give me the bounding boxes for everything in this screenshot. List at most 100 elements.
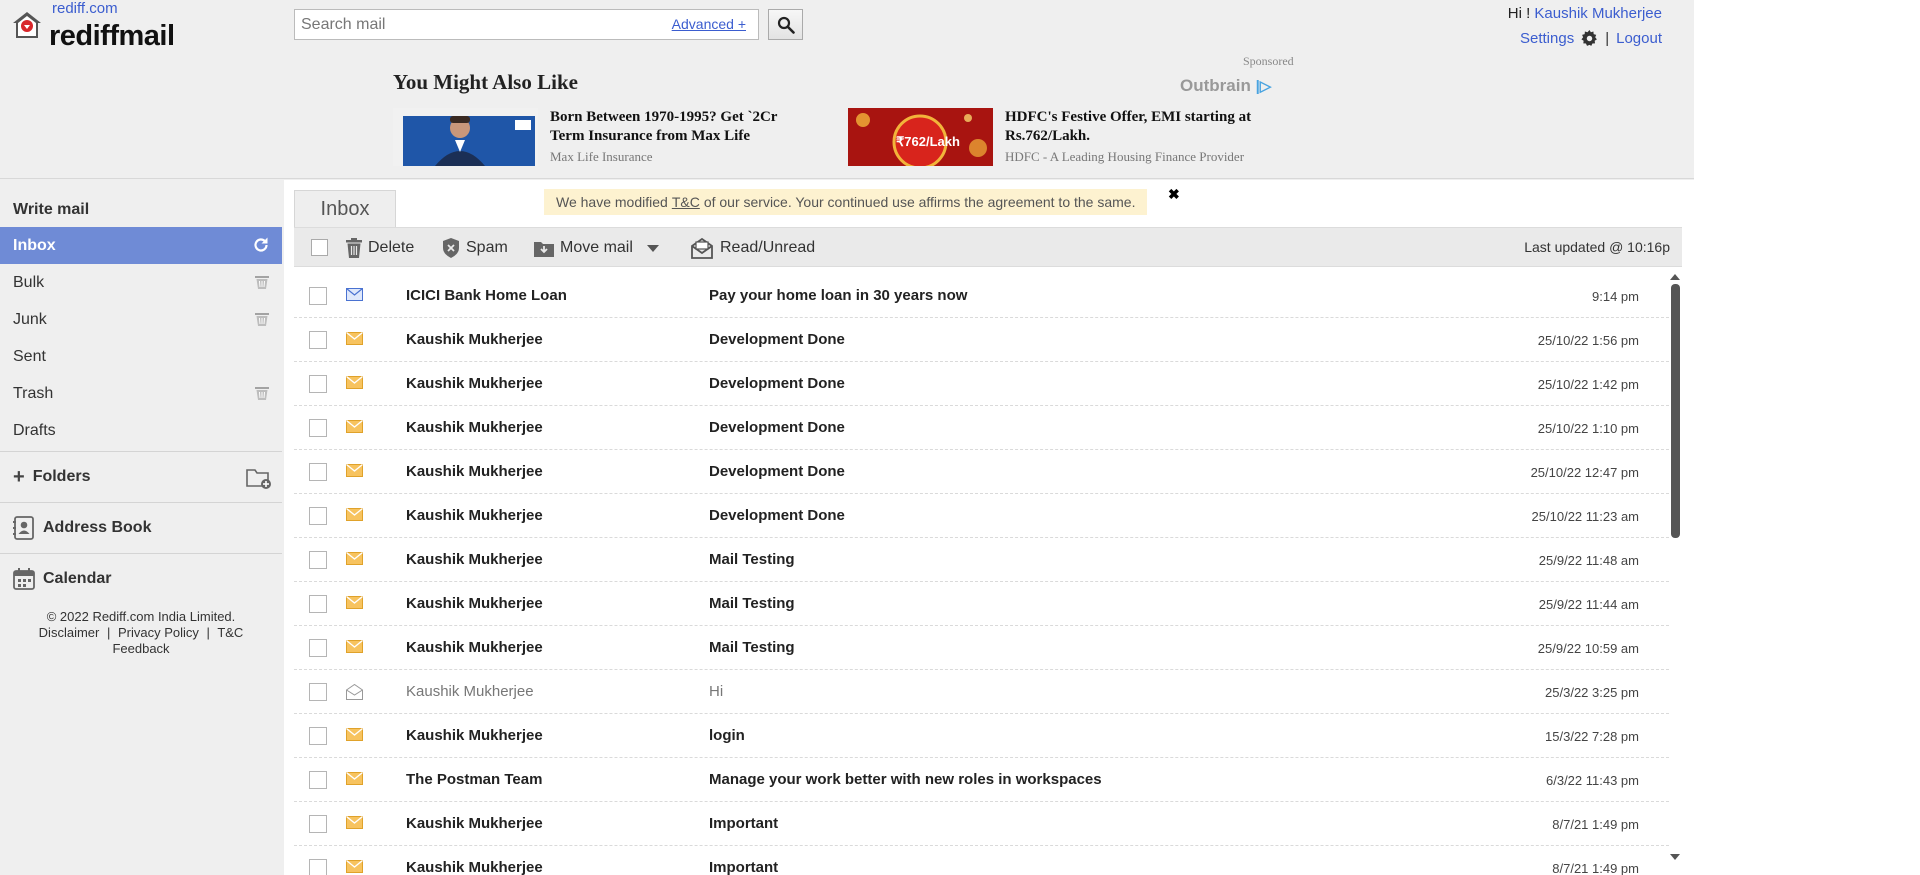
mail-row[interactable]: Kaushik Mukherjee Mail Testing 25/9/22 10:… — [294, 626, 1669, 670]
mail-checkbox[interactable] — [309, 287, 327, 305]
mail-subject[interactable]: Development Done — [709, 375, 1449, 392]
mail-sender[interactable]: Kaushik Mukherjee — [406, 463, 696, 480]
logout-link[interactable]: Logout — [1616, 30, 1662, 47]
mail-checkbox[interactable] — [309, 815, 327, 833]
refresh-icon[interactable] — [252, 236, 270, 254]
search-input[interactable] — [295, 10, 655, 39]
mail-row[interactable]: Kaushik Mukherjee login 15/3/22 7:28 pm — [294, 714, 1669, 758]
mail-checkbox[interactable] — [309, 595, 327, 613]
mail-checkbox[interactable] — [309, 551, 327, 569]
mail-subject[interactable]: Mail Testing — [709, 639, 1449, 656]
sidebar-item-folders[interactable]: + Folders — [0, 454, 282, 500]
tc-link[interactable]: T&C — [217, 625, 243, 640]
mail-subject[interactable]: login — [709, 727, 1449, 744]
read-unread-button[interactable]: Read/Unread — [690, 228, 815, 268]
sidebar-item-drafts[interactable]: Drafts — [0, 412, 282, 449]
mail-checkbox[interactable] — [309, 683, 327, 701]
scroll-up-arrow[interactable] — [1670, 274, 1680, 280]
user-name-link[interactable]: Kaushik Mukherjee — [1534, 5, 1662, 22]
scroll-down-arrow[interactable] — [1670, 854, 1680, 860]
mail-subject[interactable]: Development Done — [709, 331, 1449, 348]
mail-subject[interactable]: Development Done — [709, 463, 1449, 480]
close-icon[interactable]: ✖ — [1168, 186, 1180, 203]
mail-subject[interactable]: Important — [709, 859, 1449, 875]
mail-row[interactable]: Kaushik Mukherjee Development Done 25/10/2… — [294, 450, 1669, 494]
sidebar-item-calendar[interactable]: Calendar — [0, 556, 282, 602]
mail-checkbox[interactable] — [309, 727, 327, 745]
mail-subject[interactable]: Mail Testing — [709, 551, 1449, 568]
mail-checkbox[interactable] — [309, 463, 327, 481]
mail-sender[interactable]: Kaushik Mukherjee — [406, 815, 696, 832]
mail-row[interactable]: Kaushik Mukherjee Development Done 25/10/2… — [294, 494, 1669, 538]
sidebar-item-sent[interactable]: Sent — [0, 338, 282, 375]
ad-card-max-life[interactable]: Born Between 1970-1995? Get `2Cr Term In… — [393, 108, 800, 166]
mail-checkbox[interactable] — [309, 375, 327, 393]
rediff-logo[interactable]: rediff.com rediffmail — [12, 0, 192, 52]
mail-subject[interactable]: Important — [709, 815, 1449, 832]
sidebar-item-address-book[interactable]: Address Book — [0, 505, 282, 551]
scrollbar-thumb[interactable] — [1671, 284, 1680, 538]
mail-sender[interactable]: Kaushik Mukherjee — [406, 507, 696, 524]
mail-sender[interactable]: The Postman Team — [406, 771, 696, 788]
mail-row[interactable]: The Postman Team Manage your work better … — [294, 758, 1669, 802]
gear-icon[interactable] — [1581, 29, 1598, 47]
mail-row[interactable]: ICICI Bank Home Loan Pay your home loan i… — [294, 274, 1669, 318]
spam-button[interactable]: Spam — [442, 228, 508, 268]
mail-sender[interactable]: Kaushik Mukherjee — [406, 551, 696, 568]
trash-icon[interactable] — [254, 311, 270, 327]
mail-sender[interactable]: Kaushik Mukherjee — [406, 419, 696, 436]
add-folder-icon[interactable] — [246, 466, 272, 490]
mail-subject[interactable]: Development Done — [709, 507, 1449, 524]
mail-row[interactable]: Kaushik Mukherjee Mail Testing 25/9/22 11:… — [294, 538, 1669, 582]
sidebar-item-trash[interactable]: Trash — [0, 375, 282, 412]
sidebar-item-inbox[interactable]: Inbox — [0, 227, 282, 264]
mail-sender[interactable]: Kaushik Mukherjee — [406, 595, 696, 612]
write-mail-link[interactable]: Write mail — [0, 192, 282, 227]
select-all-checkbox[interactable] — [311, 239, 328, 256]
mail-checkbox[interactable] — [309, 771, 327, 789]
mail-row[interactable]: Kaushik Mukherjee Development Done 25/10/2… — [294, 362, 1669, 406]
outbrain-logo[interactable]: Outbrain |▷ — [1180, 76, 1271, 96]
mail-row[interactable]: Kaushik Mukherjee Mail Testing 25/9/22 11:… — [294, 582, 1669, 626]
rediff-home-link[interactable]: rediff.com — [52, 0, 118, 17]
mail-sender[interactable]: Kaushik Mukherjee — [406, 639, 696, 656]
advanced-search-link[interactable]: Advanced + — [672, 16, 746, 32]
mail-subject[interactable]: Development Done — [709, 419, 1449, 436]
sidebar-item-bulk[interactable]: Bulk — [0, 264, 282, 301]
mail-sender[interactable]: Kaushik Mukherjee — [406, 683, 696, 700]
delete-button[interactable]: Delete — [346, 228, 414, 268]
ad-card-hdfc[interactable]: ₹762/Lakh HDFC's Festive Offer, EMI star… — [848, 108, 1255, 166]
mail-checkbox[interactable] — [309, 507, 327, 525]
mail-row[interactable]: Kaushik Mukherjee Development Done 25/10/2… — [294, 318, 1669, 362]
settings-link[interactable]: Settings — [1520, 30, 1574, 47]
mail-sender[interactable]: ICICI Bank Home Loan — [406, 287, 696, 304]
chevron-down-icon[interactable] — [646, 244, 659, 252]
mail-row[interactable]: Kaushik Mukherjee Development Done 25/10/2… — [294, 406, 1669, 450]
ad-title[interactable]: Born Between 1970-1995? Get `2Cr Term In… — [550, 108, 800, 146]
mail-checkbox[interactable] — [309, 419, 327, 437]
mail-sender[interactable]: Kaushik Mukherjee — [406, 727, 696, 744]
mail-row[interactable]: Kaushik Mukherjee Hi 25/3/22 3:25 pm — [294, 670, 1669, 714]
mail-subject[interactable]: Pay your home loan in 30 years now — [709, 287, 1449, 304]
mail-checkbox[interactable] — [309, 639, 327, 657]
sidebar-item-junk[interactable]: Junk — [0, 301, 282, 338]
tab-inbox[interactable]: Inbox — [294, 190, 396, 227]
mail-row[interactable]: Kaushik Mukherjee Important 8/7/21 1:49 pm — [294, 846, 1669, 875]
search-button[interactable] — [768, 9, 803, 40]
trash-icon[interactable] — [254, 385, 270, 401]
feedback-link[interactable]: Feedback — [112, 641, 169, 656]
trash-icon[interactable] — [254, 274, 270, 290]
mail-checkbox[interactable] — [309, 331, 327, 349]
mail-subject[interactable]: Mail Testing — [709, 595, 1449, 612]
mail-subject[interactable]: Manage your work better with new roles i… — [709, 771, 1449, 788]
mail-subject[interactable]: Hi — [709, 683, 1449, 700]
mail-sender[interactable]: Kaushik Mukherjee — [406, 859, 696, 875]
notice-tc-link[interactable]: T&C — [672, 194, 700, 210]
disclaimer-link[interactable]: Disclaimer — [39, 625, 100, 640]
move-mail-button[interactable]: Move mail — [534, 228, 659, 268]
mail-row[interactable]: Kaushik Mukherjee Important 8/7/21 1:49 pm — [294, 802, 1669, 846]
mail-sender[interactable]: Kaushik Mukherjee — [406, 331, 696, 348]
mail-sender[interactable]: Kaushik Mukherjee — [406, 375, 696, 392]
privacy-policy-link[interactable]: Privacy Policy — [118, 625, 199, 640]
ad-title[interactable]: HDFC's Festive Offer, EMI starting at Rs… — [1005, 108, 1255, 146]
